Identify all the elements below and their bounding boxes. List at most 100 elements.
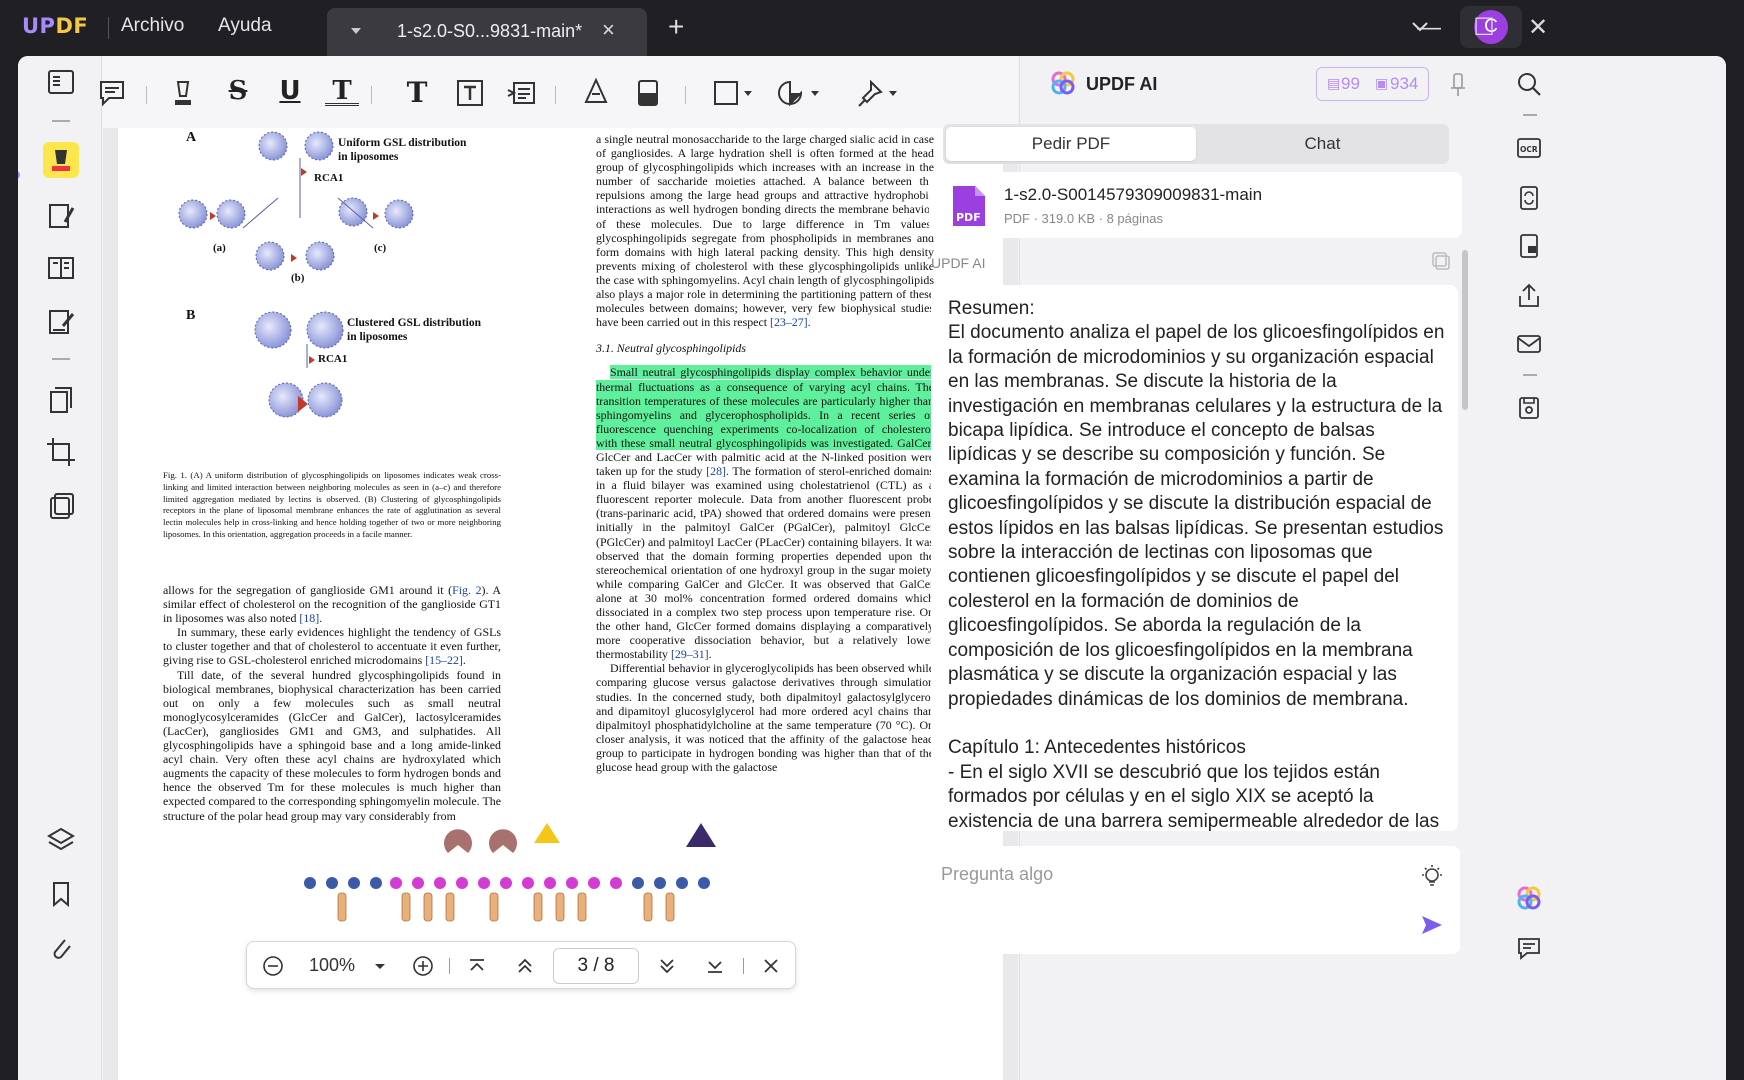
new-tab-icon[interactable]: +: [668, 13, 684, 41]
reference-link[interactable]: [15–22]: [425, 653, 463, 667]
ai-answer-card[interactable]: Resumen: El documento analiza el papel d…: [931, 285, 1458, 831]
reference-link[interactable]: [23–27]: [770, 315, 808, 329]
lightbulb-icon[interactable]: [1419, 864, 1445, 890]
zoom-dropdown-icon[interactable]: [373, 954, 387, 978]
text-box-icon[interactable]: [453, 76, 487, 110]
tab-close-icon[interactable]: ×: [602, 17, 615, 43]
document-tab[interactable]: 1-s2.0-S0...9831-main* ×: [327, 8, 647, 56]
left-toolbar: [18, 56, 102, 1080]
close-navbar-icon[interactable]: [759, 954, 783, 978]
highlighted-text[interactable]: Small neutral glycosphingolipids display…: [596, 365, 934, 450]
maximize-icon[interactable]: ☐: [1469, 13, 1499, 43]
previous-page-icon[interactable]: [513, 954, 537, 978]
chat-count-icon: ▣: [1375, 75, 1389, 91]
ask-input-box[interactable]: Pregunta algo: [929, 846, 1460, 954]
search-icon[interactable]: [1515, 70, 1543, 98]
pin-icon[interactable]: [1448, 70, 1468, 98]
shape-icon[interactable]: [711, 76, 757, 110]
next-page-icon[interactable]: [655, 954, 679, 978]
toolbar-divider: [685, 86, 686, 104]
left-divider: [52, 358, 70, 360]
menu-archivo[interactable]: Archivo: [121, 15, 184, 37]
sub-b-label: (b): [291, 272, 305, 284]
reference-link[interactable]: [29–31]: [671, 647, 709, 661]
paragraph: Small neutral glycosphingolipids display…: [596, 365, 934, 662]
organize-pages-icon[interactable]: [43, 382, 79, 418]
ai-credits-badge[interactable]: ▤ 99 ▣ 934: [1316, 67, 1429, 101]
uniform-label: Uniform GSL distribution in liposomes: [338, 137, 467, 163]
first-page-icon[interactable]: [465, 954, 489, 978]
email-icon[interactable]: [1515, 330, 1543, 358]
close-window-icon[interactable]: ✕: [1523, 13, 1553, 43]
rca1-label: RCA1: [318, 353, 348, 365]
tab-dropdown-icon[interactable]: [351, 28, 361, 34]
send-icon[interactable]: [1419, 912, 1445, 938]
crop-icon[interactable]: [43, 434, 79, 470]
svg-text:OCR: OCR: [1520, 145, 1538, 154]
fill-sign-icon[interactable]: [43, 304, 79, 340]
page-navigation-bar: 100% 3 / 8: [246, 941, 796, 989]
ai-scrollbar[interactable]: [1462, 250, 1468, 410]
ocr-icon[interactable]: OCR: [1515, 134, 1543, 162]
updf-ai-icon[interactable]: [1515, 884, 1543, 912]
sticker-icon[interactable]: [773, 76, 823, 110]
sub-a-label: (a): [213, 242, 226, 254]
chat-bubble-icon[interactable]: [1515, 934, 1543, 962]
document-viewport[interactable]: A B Uniform GSL distribution in liposome…: [103, 128, 1018, 1080]
reference-link[interactable]: [28]: [706, 464, 726, 478]
stamp-icon[interactable]: [853, 76, 903, 110]
bookmark-icon[interactable]: [43, 876, 79, 912]
paragraph-text: allows for the segregation of gangliosid…: [163, 583, 453, 597]
strikethrough-icon[interactable]: S: [221, 76, 255, 110]
ask-input[interactable]: Pregunta algo: [941, 864, 1053, 885]
comment-mode-icon[interactable]: [43, 142, 79, 178]
highlighter-icon[interactable]: [166, 76, 200, 110]
eraser-icon[interactable]: [631, 76, 665, 110]
reference-link[interactable]: [18]: [299, 611, 319, 625]
page-number-field[interactable]: 3 / 8: [553, 948, 639, 984]
zoom-out-icon[interactable]: [261, 954, 285, 978]
file-name: 1-s2.0-S0014579309009831-main: [1004, 185, 1263, 204]
minimize-icon[interactable]: —: [1414, 13, 1444, 43]
tab-pedir-pdf[interactable]: Pedir PDF: [946, 127, 1196, 161]
zoom-level[interactable]: 100%: [309, 955, 355, 976]
clustered-label: Clustered GSL distribution in liposomes: [347, 317, 481, 343]
figure-label-a: A: [186, 130, 197, 145]
copy-icon[interactable]: [1430, 250, 1452, 272]
zoom-in-icon[interactable]: [411, 954, 435, 978]
title-bar: UPDF Archivo Ayuda 1-s2.0-S0...9831-main…: [0, 0, 1744, 56]
underline-icon[interactable]: U: [273, 76, 307, 110]
figure-caption: Fig. 1. (A) A uniform distribution of gl…: [163, 470, 501, 539]
right-column: a single neutral monosaccharide to the l…: [596, 132, 934, 775]
save-icon[interactable]: [1515, 394, 1543, 422]
text-callout-icon[interactable]: [505, 76, 539, 110]
figure-label-b: B: [186, 308, 196, 323]
right-rail: [1475, 56, 1726, 1080]
protect-doc-icon[interactable]: [1515, 232, 1543, 260]
convert-icon[interactable]: [1515, 184, 1543, 212]
section-title: 3.1. Neutral glycosphingolipids: [596, 341, 746, 356]
protect-icon[interactable]: [43, 488, 79, 524]
page-view-icon[interactable]: [43, 250, 79, 286]
tab-chat[interactable]: Chat: [1199, 127, 1446, 161]
pencil-icon[interactable]: [579, 76, 613, 110]
chat-count: 934: [1390, 74, 1419, 93]
attachment-icon[interactable]: [43, 930, 79, 966]
text-icon[interactable]: T: [400, 76, 434, 110]
pdf-page[interactable]: A B Uniform GSL distribution in liposome…: [118, 128, 1003, 1080]
pdf-file-icon: PDF: [953, 186, 985, 226]
right-rail-divider: [1523, 374, 1537, 376]
file-card[interactable]: PDF 1-s2.0-S0014579309009831-main PDF · …: [929, 172, 1462, 238]
figure-link[interactable]: Fig. 2: [452, 583, 481, 597]
comment-icon[interactable]: [95, 76, 129, 110]
toolbar-divider: [146, 86, 147, 104]
menu-ayuda[interactable]: Ayuda: [218, 15, 272, 37]
app-logo[interactable]: UPDF: [22, 14, 88, 38]
navbar-divider: [449, 958, 450, 974]
layers-icon[interactable]: [43, 821, 79, 857]
squiggly-text-icon[interactable]: T: [325, 76, 359, 106]
share-icon[interactable]: [1515, 282, 1543, 310]
reader-mode-icon[interactable]: [43, 64, 79, 100]
last-page-icon[interactable]: [703, 954, 727, 978]
edit-pdf-icon[interactable]: [43, 198, 79, 234]
